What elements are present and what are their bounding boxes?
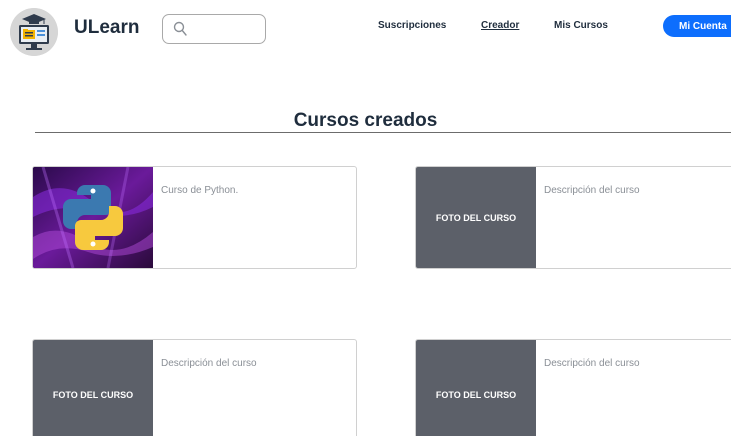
course-card[interactable]: FOTO DEL CURSO Descripción del curso: [415, 339, 731, 436]
thumbnail-label: FOTO DEL CURSO: [52, 390, 134, 400]
thumbnail-label: FOTO DEL CURSO: [435, 212, 517, 223]
brand-name[interactable]: ULearn: [74, 17, 139, 39]
nav-mis-cursos[interactable]: Mis Cursos: [554, 20, 608, 31]
nav-creador[interactable]: Creador: [481, 20, 519, 31]
page: ULearn Suscripciones Creador Mis Cursos …: [0, 0, 731, 436]
course-thumbnail: [33, 167, 153, 268]
course-card[interactable]: FOTO DEL CURSO Descripción del curso: [415, 166, 731, 269]
course-description: Descripción del curso: [544, 358, 640, 369]
course-thumbnail: FOTO DEL CURSO: [33, 340, 153, 436]
search-input[interactable]: [193, 19, 261, 39]
course-description: Descripción del curso: [161, 358, 257, 369]
course-description: Descripción del curso: [544, 185, 640, 196]
account-button[interactable]: Mi Cuenta: [663, 15, 731, 37]
title-divider: [35, 132, 731, 133]
course-thumbnail: FOTO DEL CURSO: [416, 340, 536, 436]
course-card[interactable]: Curso de Python.: [32, 166, 357, 269]
course-description: Curso de Python.: [161, 185, 239, 196]
page-title: Cursos creados: [293, 110, 438, 131]
thumbnail-label: FOTO DEL CURSO: [435, 390, 517, 400]
search-box[interactable]: [162, 14, 266, 44]
nav-suscripciones[interactable]: Suscripciones: [378, 20, 446, 31]
search-icon: [173, 21, 187, 36]
course-thumbnail: FOTO DEL CURSO: [416, 167, 536, 268]
python-logo-icon: [33, 167, 153, 268]
course-card[interactable]: FOTO DEL CURSO Descripción del curso: [32, 339, 357, 436]
logo-icon[interactable]: [10, 8, 58, 56]
